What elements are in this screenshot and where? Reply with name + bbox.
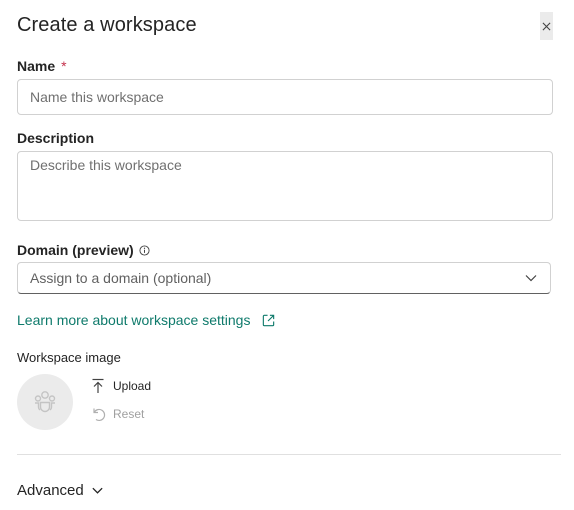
reset-button[interactable]: Reset [91, 406, 144, 422]
reset-label: Reset [113, 407, 145, 421]
upload-label: Upload [113, 379, 152, 393]
info-icon[interactable] [139, 245, 150, 256]
workspace-image-label: Workspace image [17, 350, 121, 365]
close-button[interactable] [540, 12, 553, 40]
create-workspace-panel: Create a workspace Name * Description Dom… [0, 0, 574, 510]
dialog-title: Create a workspace [17, 14, 197, 36]
reset-arrow-icon [93, 408, 106, 422]
chevron-down-icon [92, 487, 103, 494]
advanced-toggle[interactable]: Advanced [17, 482, 104, 499]
learn-more-link[interactable]: Learn more about workspace settings [17, 312, 276, 328]
name-label-text: Name [17, 58, 56, 74]
domain-select[interactable]: Assign to a domain (optional) [17, 262, 551, 294]
domain-label: Domain (preview) [17, 242, 150, 258]
learn-more-text: Learn more about workspace settings [17, 312, 251, 328]
close-icon [542, 22, 551, 30]
upload-arrow-icon [92, 378, 104, 393]
workspace-description-input[interactable] [17, 151, 553, 221]
workspace-name-input[interactable] [17, 79, 553, 115]
upload-button[interactable]: Upload [91, 378, 151, 394]
domain-select-value: Assign to a domain (optional) [30, 270, 212, 286]
chevron-down-icon [525, 275, 537, 282]
name-label: Name * [17, 58, 67, 74]
workspace-avatar [17, 374, 73, 430]
people-group-icon [34, 391, 56, 413]
required-mark: * [61, 58, 67, 74]
section-divider [17, 454, 561, 455]
open-in-new-icon [263, 314, 275, 326]
advanced-label: Advanced [17, 482, 84, 499]
description-label: Description [17, 130, 95, 146]
domain-label-text: Domain (preview) [17, 242, 134, 258]
